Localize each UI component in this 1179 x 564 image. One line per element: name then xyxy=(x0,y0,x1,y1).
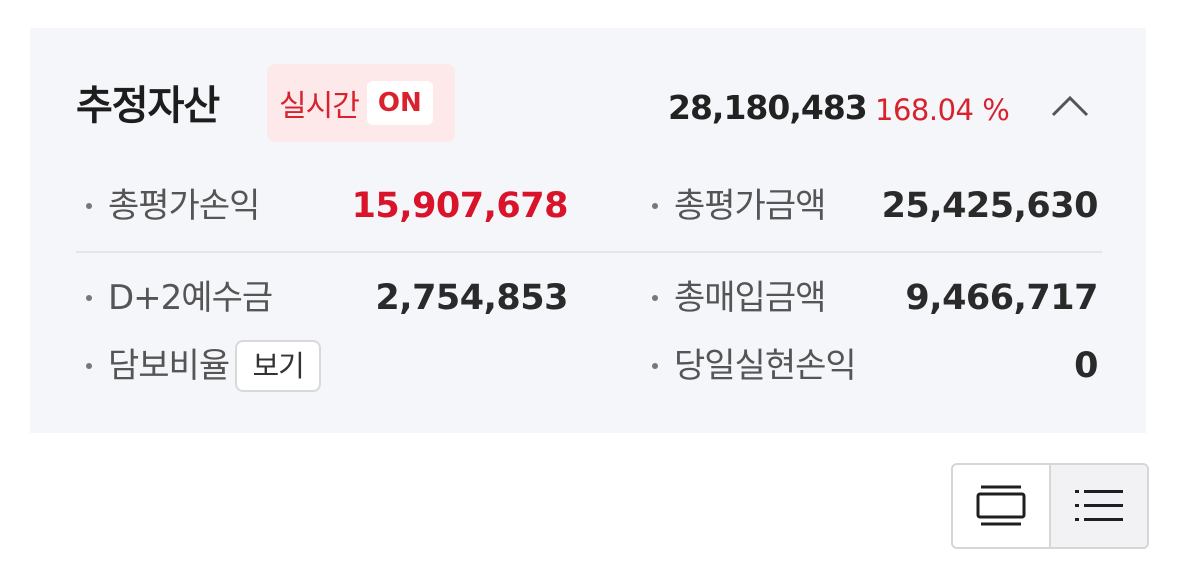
view-mode-toggle xyxy=(951,463,1149,549)
estimated-assets-card: 추정자산 실시간 ON 28,180,483 168.04 % 총평가손익 15… xyxy=(30,28,1146,433)
list-view-icon xyxy=(1075,490,1123,521)
total-purchase-label: 총매입금액 xyxy=(652,268,826,328)
bullet-icon xyxy=(86,363,92,369)
card-view-icon xyxy=(976,485,1026,526)
today-realized-pl-value: 0 xyxy=(1074,346,1098,386)
chevron-up-icon xyxy=(1051,95,1089,117)
collateral-view-button[interactable]: 보기 xyxy=(235,340,322,392)
total-eval-pl-label: 총평가손익 xyxy=(86,176,260,236)
summary-row-3: 담보비율 보기 당일실현손익 0 xyxy=(30,336,1146,396)
realtime-label: 실시간 xyxy=(279,89,360,124)
total-eval-pl-value: 15,907,678 xyxy=(351,186,569,226)
bullet-icon xyxy=(652,363,658,369)
card-view-button[interactable] xyxy=(953,465,1049,547)
bullet-icon xyxy=(86,295,92,301)
summary-row-2: D+2예수금 2,754,853 총매입금액 9,466,717 xyxy=(30,268,1146,328)
total-purchase-value: 9,466,717 xyxy=(905,278,1098,318)
collapse-button[interactable] xyxy=(1048,86,1092,126)
row-divider xyxy=(76,251,1102,253)
bullet-icon xyxy=(652,295,658,301)
today-realized-pl-label: 당일실현손익 xyxy=(652,336,857,396)
list-view-button[interactable] xyxy=(1049,465,1147,547)
card-header: 추정자산 실시간 ON 28,180,483 168.04 % xyxy=(30,28,1146,178)
total-eval-amount-label: 총평가금액 xyxy=(652,176,826,236)
realtime-state: ON xyxy=(366,81,433,125)
d2-deposit-value: 2,754,853 xyxy=(375,278,568,318)
collateral-ratio-label: 담보비율 보기 xyxy=(86,336,322,396)
realtime-toggle[interactable]: 실시간 ON xyxy=(267,64,455,142)
summary-row-1: 총평가손익 15,907,678 총평가금액 25,425,630 xyxy=(30,176,1146,236)
bullet-icon xyxy=(652,203,658,209)
return-rate-value: 168.04 % xyxy=(875,93,1010,127)
bullet-icon xyxy=(86,203,92,209)
total-assets-value: 28,180,483 xyxy=(668,88,868,127)
d2-deposit-label: D+2예수금 xyxy=(86,268,273,328)
page-title: 추정자산 xyxy=(76,83,220,129)
total-eval-amount-value: 25,425,630 xyxy=(881,186,1099,226)
